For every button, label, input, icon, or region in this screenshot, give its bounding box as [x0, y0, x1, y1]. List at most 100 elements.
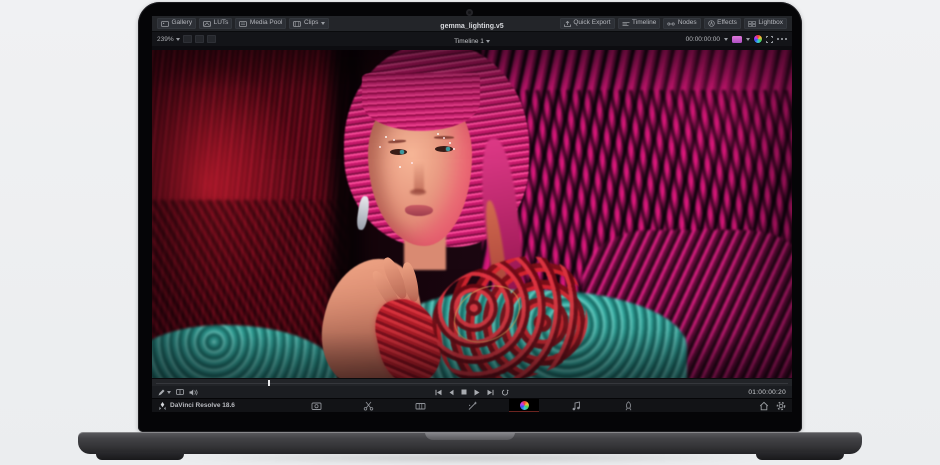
photo-pink-fur-right-shadow	[512, 90, 792, 378]
effects-button[interactable]: Effects	[704, 18, 741, 29]
clips-button[interactable]: Clips	[289, 18, 328, 29]
photo-background	[152, 50, 792, 378]
quick-export-label: Quick Export	[573, 20, 610, 27]
viewer-scrub-bar[interactable]	[152, 378, 792, 386]
more-options-icon[interactable]	[777, 38, 779, 40]
cut-page-icon	[363, 401, 374, 411]
deliver-page-icon	[623, 401, 634, 411]
page-media[interactable]	[301, 399, 331, 413]
media-pool-label: Media Pool	[250, 20, 283, 27]
skip-end-button[interactable]	[487, 389, 494, 396]
viewer-photo	[152, 50, 792, 378]
nodes-label: Nodes	[678, 20, 697, 27]
scrub-track	[156, 383, 788, 384]
page-fusion[interactable]	[457, 399, 487, 413]
play-button[interactable]	[474, 389, 480, 396]
media-pool-icon	[239, 21, 247, 27]
photo-lips	[405, 205, 433, 216]
timeline-selector-label: Timeline 1	[454, 38, 484, 45]
luts-icon	[203, 21, 211, 27]
media-pool-button[interactable]: Media Pool	[235, 18, 286, 29]
photo-pink-fur-right	[482, 50, 792, 378]
split-screen-toggle[interactable]	[195, 35, 204, 43]
transport-controls	[152, 389, 792, 396]
viewer-timecode[interactable]: 00:00:00:00	[686, 36, 720, 43]
photo-eye-left	[390, 149, 407, 155]
skip-start-button[interactable]	[435, 389, 442, 396]
photo-finger	[380, 255, 411, 301]
color-wheel-icon[interactable]	[754, 35, 762, 43]
viewer-zoom-dropdown[interactable]: 239%	[157, 36, 180, 43]
page-color-active[interactable]	[509, 399, 539, 413]
gallery-icon	[161, 21, 169, 27]
photo-red-nails	[370, 292, 449, 378]
nodes-button[interactable]: Nodes	[663, 18, 700, 29]
photo-red-fur-left-lower	[152, 200, 347, 378]
quick-export-icon	[564, 21, 571, 27]
luts-label: LUTs	[214, 20, 229, 27]
photo-hair-strand-orange	[482, 200, 511, 313]
photo-finger	[400, 261, 421, 303]
viewer-toolbar: 239% Timeline 1 00:00:00:00	[152, 31, 792, 46]
expand-icon[interactable]	[766, 36, 773, 43]
step-back-button[interactable]	[449, 389, 454, 396]
color-page-icon	[520, 401, 529, 410]
timeline-button[interactable]: Timeline	[618, 18, 661, 29]
photo-red-chain-necklace	[419, 241, 600, 378]
nodes-icon	[667, 21, 675, 27]
project-title: gemma_lighting.v5	[440, 23, 503, 30]
page-edit[interactable]	[405, 399, 435, 413]
page-fairlight[interactable]	[561, 399, 591, 413]
clip-color-swatch-icon[interactable]	[732, 36, 742, 43]
viewer-toolbar-right: 00:00:00:00	[686, 35, 787, 43]
loop-button[interactable]	[501, 389, 509, 396]
highlight-toggle[interactable]	[207, 35, 216, 43]
effects-icon	[708, 20, 715, 27]
stop-button[interactable]	[461, 389, 467, 395]
chevron-down-icon	[486, 40, 490, 43]
photo-finger	[369, 268, 404, 314]
quick-export-button[interactable]: Quick Export	[560, 18, 615, 29]
timeline-selector[interactable]: Timeline 1	[454, 38, 490, 45]
webcam-icon	[466, 9, 473, 16]
photo-face	[368, 88, 472, 246]
wipe-toggle[interactable]	[183, 35, 192, 43]
davinci-resolve-window: Gallery LUTs Media Pool Clips gemma_ligh…	[152, 16, 792, 412]
top-toolbar-right: Quick Export Timeline Nodes Effects Ligh…	[560, 18, 787, 29]
photo-dark-band	[320, 50, 375, 378]
media-page-icon	[311, 401, 322, 411]
rubber-foot-right	[756, 452, 844, 460]
chevron-down-icon	[176, 38, 180, 41]
gallery-button[interactable]: Gallery	[157, 18, 196, 29]
top-toolbar: Gallery LUTs Media Pool Clips gemma_ligh…	[152, 16, 792, 31]
rubber-foot-left	[96, 452, 184, 460]
photo-gold-wire	[444, 274, 531, 354]
fusion-page-icon	[467, 401, 478, 411]
transport-bar: 01:00:00:20	[152, 386, 792, 398]
luts-button[interactable]: LUTs	[199, 18, 232, 29]
photo-iris-right	[446, 147, 450, 151]
photo-teal-sweater-right	[387, 290, 687, 378]
photo-nose-shadow	[410, 189, 426, 195]
photo-nose	[414, 162, 424, 192]
page-deliver[interactable]	[613, 399, 643, 413]
lightbox-button[interactable]: Lightbox	[744, 18, 787, 29]
photo-pink-hair	[344, 50, 529, 247]
viewer-zoom-value: 239%	[157, 36, 174, 43]
page-cut[interactable]	[353, 399, 383, 413]
timeline-label: Timeline	[632, 20, 656, 27]
lightbox-label: Lightbox	[758, 20, 783, 27]
photo-iris-left	[400, 150, 404, 154]
photo-hand	[310, 248, 435, 378]
page-bar: DaVinci Resolve 18.6	[152, 398, 792, 412]
photo-eye-right	[435, 146, 453, 152]
timeline-icon	[622, 21, 630, 27]
photo-pink-fur-bottom-right	[582, 230, 792, 378]
lid-notch	[425, 432, 515, 440]
color-page-viewer	[152, 46, 792, 378]
edit-page-icon	[415, 401, 426, 411]
lightbox-icon	[748, 21, 756, 27]
photo-eyebrow-left	[388, 139, 406, 143]
photo-eyebrow-right	[434, 136, 454, 139]
photo-red-fur-left	[152, 50, 349, 378]
